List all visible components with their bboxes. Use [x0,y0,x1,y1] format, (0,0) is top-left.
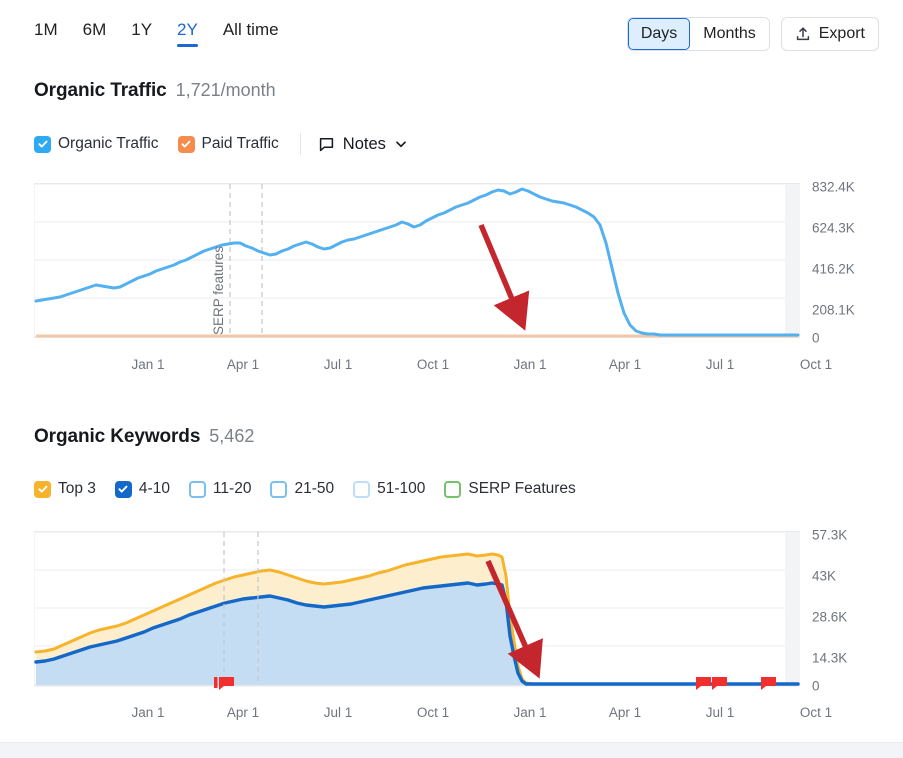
y-tick-label: 43K [812,569,836,584]
y-tick-label: 57.3K [812,528,847,543]
legend-item-4-10[interactable]: 4-10 [115,480,170,498]
legend-item-serp-features[interactable]: SERP Features [444,480,575,498]
legend-item-organic-traffic[interactable]: Organic Traffic [34,135,159,153]
x-tick-label: Jan 1 [513,357,546,372]
x-tick-label: Jul 1 [706,705,735,720]
organic-keywords-chart[interactable] [34,531,800,686]
legend-item-11-20[interactable]: 11-20 [189,480,252,498]
organic-traffic-title: Organic Traffic [34,80,167,102]
x-tick-label: Jul 1 [706,357,735,372]
checkbox-checked-icon[interactable] [34,136,51,153]
granularity-months-button[interactable]: Months [690,18,768,50]
export-label: Export [819,25,865,43]
x-tick-label: Apr 1 [227,705,259,720]
note-flag-marker [712,677,727,690]
checkbox-unchecked-icon[interactable] [444,481,461,498]
legend-label-paid-traffic: Paid Traffic [202,135,279,153]
traffic-legend: Organic Traffic Paid Traffic Notes [34,133,408,155]
range-tab-all-time[interactable]: All time [223,20,279,47]
legend-label-11-20: 11-20 [213,480,252,498]
page-bottom-strip [0,742,903,758]
legend-divider [300,133,301,155]
range-tab-6m[interactable]: 6M [83,20,107,47]
keywords-plot-area [34,531,800,694]
organic-traffic-heading: Organic Traffic 1,721/month [34,80,276,102]
traffic-y-axis: 832.4K 624.3K 416.2K 208.1K 0 [812,183,892,338]
organic-keywords-title: Organic Keywords [34,426,200,448]
x-tick-label: Apr 1 [609,705,641,720]
x-tick-label: Apr 1 [227,357,259,372]
export-button[interactable]: Export [781,17,879,51]
note-flag-icon [318,136,335,153]
checkbox-checked-icon[interactable] [34,481,51,498]
x-tick-label: Jan 1 [131,705,164,720]
notes-label: Notes [343,135,386,154]
toolbar: 1M 6M 1Y 2Y All time Days Months Export [0,0,903,66]
checkbox-unchecked-icon[interactable] [189,481,206,498]
chevron-down-icon[interactable] [394,137,408,151]
traffic-x-axis: Jan 1 Apr 1 Jul 1 Oct 1 Jan 1 Apr 1 Jul … [0,357,903,375]
keywords-y-axis: 57.3K 43K 28.6K 14.3K 0 [812,531,892,686]
x-tick-label: Oct 1 [417,357,449,372]
y-tick-label: 0 [812,679,820,694]
granularity-days-button[interactable]: Days [628,18,690,50]
checkbox-unchecked-icon[interactable] [270,481,287,498]
traffic-plot-area [34,183,800,338]
legend-label-top-3: Top 3 [58,480,96,498]
legend-item-top-3[interactable]: Top 3 [34,480,96,498]
x-tick-label: Oct 1 [800,705,832,720]
granularity-toggle: Days Months [627,17,770,51]
x-tick-label: Jan 1 [513,705,546,720]
toolbar-right-controls: Days Months Export [627,17,879,51]
checkbox-checked-icon[interactable] [115,481,132,498]
organic-keywords-heading: Organic Keywords 5,462 [34,426,254,448]
x-tick-label: Jul 1 [324,705,353,720]
range-tab-2y[interactable]: 2Y [177,20,198,47]
notes-dropdown[interactable]: Notes [318,135,408,154]
y-tick-label: 0 [812,331,820,346]
y-tick-label: 208.1K [812,303,855,318]
x-tick-label: Oct 1 [417,705,449,720]
note-flag-marker [214,677,234,690]
time-range-tabs: 1M 6M 1Y 2Y All time [34,20,304,47]
note-flag-marker [761,677,776,690]
legend-item-21-50[interactable]: 21-50 [270,480,334,498]
legend-label-21-50: 21-50 [294,480,334,498]
analytics-overview-page: 1M 6M 1Y 2Y All time Days Months Export … [0,0,903,758]
legend-item-51-100[interactable]: 51-100 [353,480,425,498]
legend-item-paid-traffic[interactable]: Paid Traffic [178,135,279,153]
legend-label-organic-traffic: Organic Traffic [58,135,159,153]
keywords-x-axis: Jan 1 Apr 1 Jul 1 Oct 1 Jan 1 Apr 1 Jul … [0,705,903,723]
note-flag-marker [696,677,711,690]
checkbox-checked-icon[interactable] [178,136,195,153]
keywords-legend: Top 3 4-10 11-20 21-50 51-100 SERP Featu… [34,480,595,498]
y-tick-label: 624.3K [812,221,855,236]
y-tick-label: 832.4K [812,180,855,195]
x-tick-label: Apr 1 [609,357,641,372]
y-tick-label: 14.3K [812,651,847,666]
range-tab-1y[interactable]: 1Y [131,20,152,47]
checkbox-unchecked-icon[interactable] [353,481,370,498]
x-tick-label: Oct 1 [800,357,832,372]
organic-traffic-chart[interactable]: SERP features [34,183,800,338]
organic-keywords-value: 5,462 [209,426,254,447]
legend-label-51-100: 51-100 [377,480,425,498]
range-tab-1m[interactable]: 1M [34,20,58,47]
upload-icon [795,26,811,42]
organic-traffic-value: 1,721/month [176,80,276,101]
y-tick-label: 28.6K [812,610,847,625]
y-tick-label: 416.2K [812,262,855,277]
serp-features-annotation: SERP features [211,246,226,335]
legend-label-serp-features: SERP Features [468,480,575,498]
x-tick-label: Jan 1 [131,357,164,372]
x-tick-label: Jul 1 [324,357,353,372]
legend-label-4-10: 4-10 [139,480,170,498]
